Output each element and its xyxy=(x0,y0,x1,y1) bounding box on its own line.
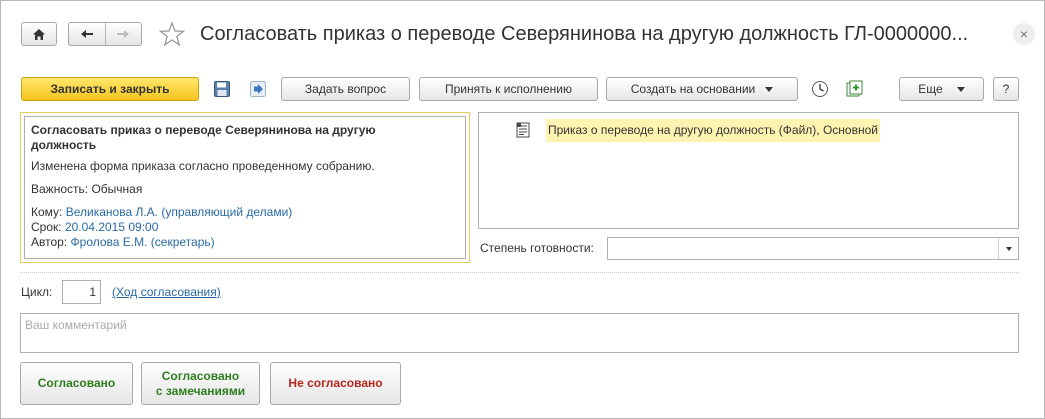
reject-button[interactable]: Не согласовано xyxy=(270,362,401,405)
attached-files-list: Приказ о переводе на другую должность (Ф… xyxy=(478,112,1019,229)
task-title: Согласовать приказ о переводе Северянино… xyxy=(31,123,376,152)
history-navigation xyxy=(68,22,142,46)
separator xyxy=(20,272,1019,273)
create-based-on-button[interactable]: Создать на основании xyxy=(606,77,798,101)
home-button[interactable] xyxy=(21,22,57,46)
arrow-right-icon xyxy=(250,81,266,97)
chevron-down-icon xyxy=(765,86,774,92)
task-details-inner: Согласовать приказ о переводе Северянино… xyxy=(24,116,466,259)
more-button[interactable]: Еще xyxy=(899,77,984,101)
chevron-down-icon xyxy=(1005,246,1012,251)
accept-for-execution-button[interactable]: Принять к исполнению xyxy=(419,77,598,101)
add-document-icon xyxy=(846,80,863,97)
author-link[interactable]: Фролова Е.М. (секретарь) xyxy=(71,235,215,249)
forward-button[interactable] xyxy=(104,23,141,45)
cycle-label: Цикл: xyxy=(21,285,53,299)
help-button[interactable]: ? xyxy=(993,77,1019,101)
approval-progress-link[interactable]: (Ход согласования) xyxy=(112,285,221,300)
save-button[interactable] xyxy=(211,77,233,101)
approve-button[interactable]: Согласовано xyxy=(20,362,133,405)
readiness-field[interactable] xyxy=(607,237,1019,260)
readiness-label: Степень готовности: xyxy=(480,241,594,255)
deadline-label: Срок: xyxy=(31,220,62,234)
history-button[interactable] xyxy=(809,77,831,101)
create-based-on-label: Создать на основании xyxy=(630,82,756,96)
back-button[interactable] xyxy=(69,23,105,45)
add-subtask-button[interactable] xyxy=(843,77,865,101)
importance-value: Обычная xyxy=(91,182,143,196)
chevron-down-icon xyxy=(956,86,965,92)
task-description: Изменена форма приказа согласно проведен… xyxy=(31,159,375,173)
goto-button[interactable] xyxy=(247,77,269,101)
clock-icon xyxy=(812,81,828,97)
close-button[interactable]: × xyxy=(1013,23,1035,45)
author-label: Автор: xyxy=(31,235,68,249)
task-details-panel: Согласовать приказ о переводе Северянино… xyxy=(20,112,470,263)
approve-with-remarks-line1: Согласовано xyxy=(161,368,240,383)
recipient-row: Кому: Великанова Л.А. (управляющий делам… xyxy=(31,205,459,220)
recipient-label: Кому: xyxy=(31,205,63,219)
author-row: Автор: Фролова Е.М. (секретарь) xyxy=(31,235,459,250)
readiness-dropdown-button[interactable] xyxy=(998,238,1018,259)
importance-row: Важность: Обычная xyxy=(31,182,459,197)
more-label: Еще xyxy=(918,82,943,96)
home-icon xyxy=(33,28,45,40)
attached-file-item[interactable]: Приказ о переводе на другую должность (Ф… xyxy=(546,119,880,142)
form-window: Согласовать приказ о переводе Северянино… xyxy=(0,0,1045,419)
deadline-row: Срок: 20.04.2015 09:00 xyxy=(31,220,459,235)
approve-with-remarks-line2: с замечаниями xyxy=(155,383,246,398)
document-icon xyxy=(516,122,530,138)
arrow-right-icon xyxy=(117,30,130,38)
cycle-field[interactable]: 1 xyxy=(62,280,101,304)
comment-field[interactable]: Ваш комментарий xyxy=(20,313,1019,353)
floppy-disk-icon xyxy=(214,81,230,97)
importance-label: Важность: xyxy=(31,182,89,196)
window-title: Согласовать приказ о переводе Северянино… xyxy=(200,23,969,45)
approve-with-remarks-button[interactable]: Согласовано с замечаниями xyxy=(141,362,260,405)
arrow-left-icon xyxy=(80,30,93,38)
save-and-close-button[interactable]: Записать и закрыть xyxy=(21,77,199,101)
deadline-value: 20.04.2015 09:00 xyxy=(64,220,159,234)
ask-question-button[interactable]: Задать вопрос xyxy=(281,77,410,101)
recipient-link[interactable]: Великанова Л.А. (управляющий делами) xyxy=(66,205,293,219)
favorite-star-icon[interactable] xyxy=(158,21,186,47)
